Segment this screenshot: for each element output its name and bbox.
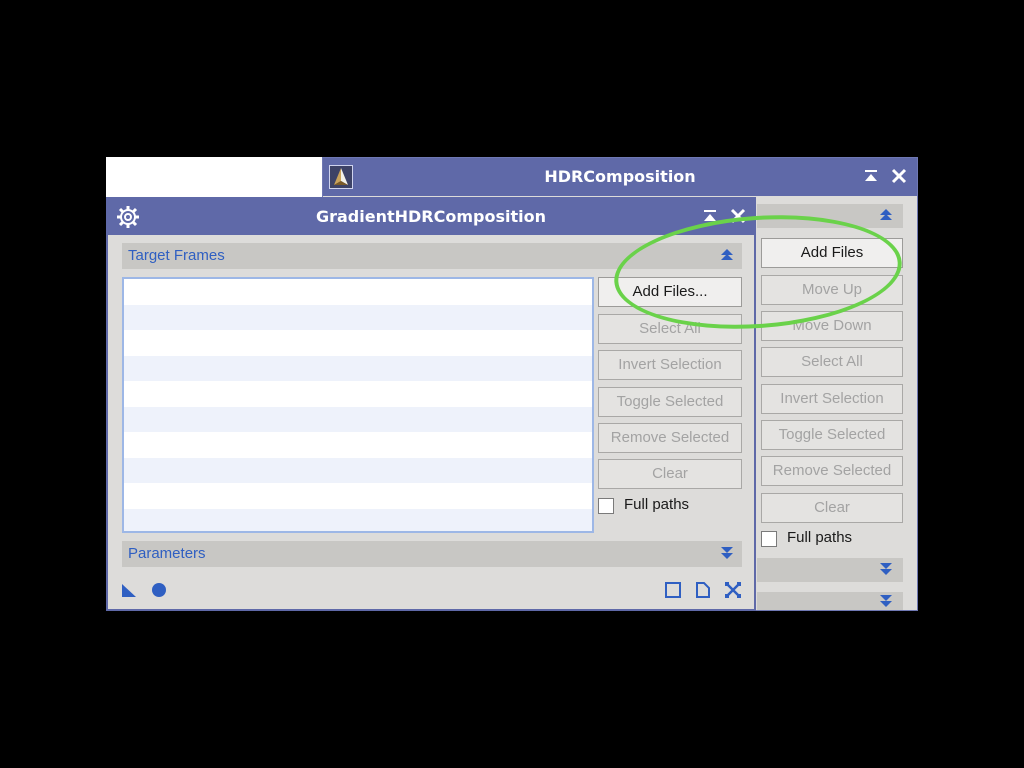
gradient-hdr-titlebar[interactable]: GradientHDRComposition	[108, 199, 754, 235]
list-item[interactable]	[124, 330, 592, 356]
back-full-paths-label: Full paths	[787, 529, 853, 546]
toggle-selected-button[interactable]: Toggle Selected	[598, 387, 742, 417]
new-instance-triangle-icon[interactable]	[120, 581, 138, 599]
parameters-section-bar[interactable]: Parameters	[122, 541, 742, 567]
process-bottom-bar	[108, 573, 754, 609]
full-paths-checkbox[interactable]	[598, 498, 614, 514]
expand-icon[interactable]	[879, 562, 893, 581]
remove-selected-button[interactable]: Remove Selected	[598, 423, 742, 453]
collapse-icon[interactable]	[879, 208, 893, 227]
preview-square-icon[interactable]	[664, 581, 682, 599]
apply-global-circle-icon[interactable]	[150, 581, 168, 599]
back-section-bar-3[interactable]	[757, 592, 903, 610]
list-item[interactable]	[124, 279, 592, 305]
shade-icon[interactable]	[861, 166, 881, 186]
list-item[interactable]	[124, 355, 592, 381]
back-select-all-button[interactable]: Select All	[761, 347, 903, 377]
clear-button[interactable]: Clear	[598, 459, 742, 489]
list-item[interactable]	[124, 406, 592, 432]
reset-arrows-icon[interactable]	[724, 581, 742, 599]
parameters-label: Parameters	[128, 545, 206, 562]
back-clear-button[interactable]: Clear	[761, 493, 903, 523]
back-section-bar-2[interactable]	[757, 558, 903, 582]
list-item[interactable]	[124, 457, 592, 483]
list-item[interactable]	[124, 483, 592, 509]
hdr-composition-title: HDRComposition	[544, 167, 696, 186]
invert-selection-button[interactable]: Invert Selection	[598, 350, 742, 380]
document-icon[interactable]	[694, 581, 712, 599]
list-item[interactable]	[124, 432, 592, 458]
full-paths-label: Full paths	[624, 496, 690, 513]
expand-icon[interactable]	[720, 546, 734, 565]
back-remove-selected-button[interactable]: Remove Selected	[761, 456, 903, 486]
full-paths-row[interactable]: Full paths	[598, 496, 738, 518]
list-item[interactable]	[124, 508, 592, 531]
gradient-hdr-title: GradientHDRComposition	[315, 207, 546, 226]
list-item[interactable]	[124, 304, 592, 330]
target-frames-label: Target Frames	[128, 247, 225, 264]
expand-icon[interactable]	[879, 594, 893, 613]
back-toggle-selected-button[interactable]: Toggle Selected	[761, 420, 903, 450]
back-invert-selection-button[interactable]: Invert Selection	[761, 384, 903, 414]
close-icon[interactable]	[889, 166, 909, 186]
back-full-paths-checkbox[interactable]	[761, 531, 777, 547]
background-area	[106, 157, 322, 197]
hdr-composition-titlebar[interactable]: HDRComposition	[323, 158, 917, 196]
back-full-paths-row[interactable]: Full paths	[761, 529, 901, 551]
target-frames-list[interactable]	[122, 277, 594, 533]
list-item[interactable]	[124, 381, 592, 407]
